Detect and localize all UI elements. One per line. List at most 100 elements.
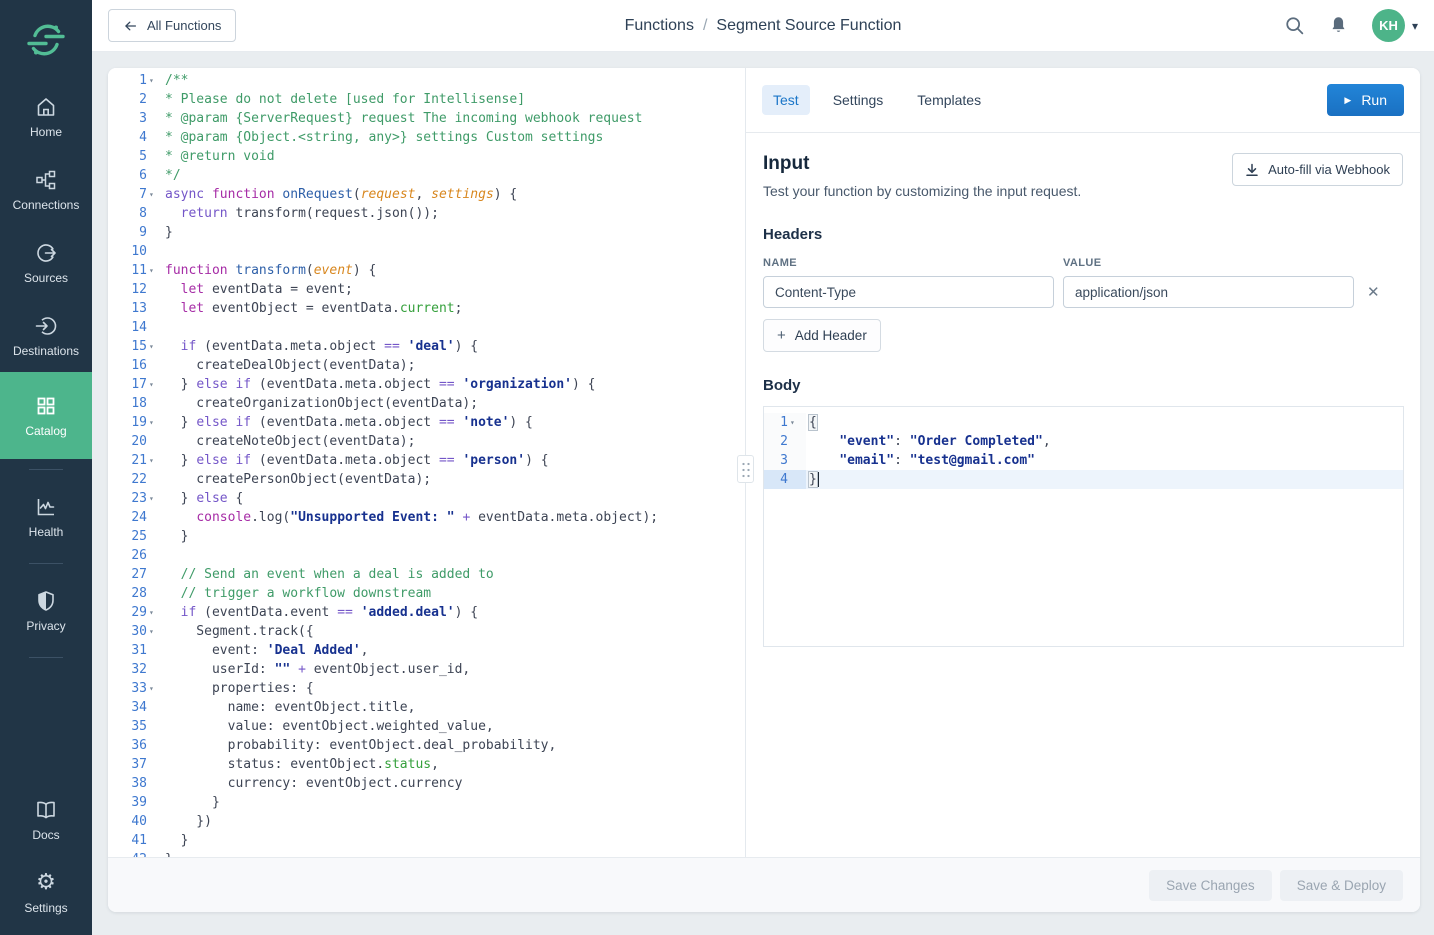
- fold-arrow-icon[interactable]: ▾: [147, 679, 161, 698]
- tab-templates[interactable]: Templates: [906, 85, 992, 115]
- save-and-deploy-button[interactable]: Save & Deploy: [1280, 870, 1403, 901]
- sidebar-item-privacy[interactable]: Privacy: [0, 574, 92, 647]
- code-line-text[interactable]: let eventData = event;: [163, 280, 353, 299]
- code-line[interactable]: 15▾ if (eventData.meta.object == 'deal')…: [108, 337, 745, 356]
- code-line[interactable]: 32 userId: "" + eventObject.user_id,: [108, 660, 745, 679]
- code-line-text[interactable]: probability: eventObject.deal_probabilit…: [163, 736, 556, 755]
- code-line[interactable]: 12 let eventData = event;: [108, 280, 745, 299]
- code-line[interactable]: 4* @param {Object.<string, any>} setting…: [108, 128, 745, 147]
- code-line-text[interactable]: status: eventObject.status,: [163, 755, 439, 774]
- code-line-text[interactable]: // Send an event when a deal is added to: [163, 565, 494, 584]
- code-line[interactable]: 40 }): [108, 812, 745, 831]
- code-line-text[interactable]: value: eventObject.weighted_value,: [163, 717, 494, 736]
- fold-arrow-icon[interactable]: ▾: [147, 451, 161, 470]
- code-line[interactable]: 7▾async function onRequest(request, sett…: [108, 185, 745, 204]
- function-code-editor[interactable]: 1▾/**2* Please do not delete [used for I…: [108, 68, 745, 857]
- code-line-text[interactable]: if (eventData.meta.object == 'deal') {: [163, 337, 478, 356]
- sidebar-item-settings[interactable]: ⚙ Settings: [0, 856, 92, 929]
- code-line-text[interactable]: }): [163, 812, 212, 831]
- code-line[interactable]: 27 // Send an event when a deal is added…: [108, 565, 745, 584]
- all-functions-back-button[interactable]: All Functions: [108, 9, 236, 42]
- code-line[interactable]: 26: [108, 546, 745, 565]
- code-line[interactable]: 38 currency: eventObject.currency: [108, 774, 745, 793]
- code-line[interactable]: 33▾ properties: {: [108, 679, 745, 698]
- code-line[interactable]: 2 "event": "Order Completed",: [764, 432, 1403, 451]
- remove-header-button[interactable]: ✕: [1367, 283, 1380, 301]
- code-line[interactable]: 37 status: eventObject.status,: [108, 755, 745, 774]
- code-line-text[interactable]: currency: eventObject.currency: [163, 774, 462, 793]
- code-line-text[interactable]: properties: {: [163, 679, 314, 698]
- code-line-text[interactable]: createNoteObject(eventData);: [163, 432, 415, 451]
- code-line[interactable]: 9}: [108, 223, 745, 242]
- sidebar-item-docs[interactable]: Docs: [0, 783, 92, 856]
- code-line[interactable]: 3 "email": "test@gmail.com": [764, 451, 1403, 470]
- code-line-text[interactable]: {: [806, 413, 818, 432]
- code-line-text[interactable]: function transform(event) {: [163, 261, 376, 280]
- fold-arrow-icon[interactable]: ▾: [147, 413, 161, 432]
- code-line-text[interactable]: } else if (eventData.meta.object == 'org…: [163, 375, 596, 394]
- code-line-text[interactable]: } else if (eventData.meta.object == 'not…: [163, 413, 533, 432]
- code-line-text[interactable]: "event": "Order Completed",: [806, 432, 1051, 451]
- fold-arrow-icon[interactable]: ▾: [147, 185, 161, 204]
- notifications-button[interactable]: [1329, 15, 1348, 36]
- code-line[interactable]: 2* Please do not delete [used for Intell…: [108, 90, 745, 109]
- segment-logo[interactable]: [0, 0, 92, 80]
- fold-arrow-icon[interactable]: ▾: [788, 413, 802, 432]
- code-line[interactable]: 28 // trigger a workflow downstream: [108, 584, 745, 603]
- avatar[interactable]: KH: [1372, 9, 1405, 42]
- code-line[interactable]: 5* @return void: [108, 147, 745, 166]
- code-line-text[interactable]: */: [163, 166, 181, 185]
- sidebar-item-home[interactable]: Home: [0, 80, 92, 153]
- code-line-text[interactable]: }: [163, 527, 188, 546]
- code-line-text[interactable]: }: [163, 850, 173, 857]
- code-line-text[interactable]: let eventObject = eventData.current;: [163, 299, 462, 318]
- code-line-text[interactable]: * @return void: [163, 147, 275, 166]
- sidebar-item-health[interactable]: Health: [0, 480, 92, 553]
- code-line[interactable]: 1▾{: [764, 413, 1403, 432]
- code-line-text[interactable]: async function onRequest(request, settin…: [163, 185, 517, 204]
- code-line-text[interactable]: }: [163, 223, 173, 242]
- code-line-text[interactable]: createDealObject(eventData);: [163, 356, 415, 375]
- sidebar-item-sources[interactable]: Sources: [0, 226, 92, 299]
- code-line-text[interactable]: }: [163, 831, 188, 850]
- code-line[interactable]: 16 createDealObject(eventData);: [108, 356, 745, 375]
- header-value-input[interactable]: [1063, 276, 1354, 308]
- tab-settings[interactable]: Settings: [822, 85, 895, 115]
- code-line[interactable]: 31 event: 'Deal Added',: [108, 641, 745, 660]
- code-line[interactable]: 35 value: eventObject.weighted_value,: [108, 717, 745, 736]
- code-line-text[interactable]: /**: [163, 71, 188, 90]
- code-line[interactable]: 10: [108, 242, 745, 261]
- pane-resize-handle[interactable]: [737, 455, 754, 483]
- code-line[interactable]: 24 console.log("Unsupported Event: " + e…: [108, 508, 745, 527]
- sidebar-item-destinations[interactable]: Destinations: [0, 299, 92, 372]
- code-line[interactable]: 4}: [764, 470, 1403, 489]
- breadcrumb-functions-link[interactable]: Functions: [625, 17, 694, 34]
- body-json-editor[interactable]: 1▾{2 "event": "Order Completed",3 "email…: [763, 406, 1404, 647]
- code-line[interactable]: 20 createNoteObject(eventData);: [108, 432, 745, 451]
- fold-arrow-icon[interactable]: ▾: [147, 337, 161, 356]
- code-line[interactable]: 25 }: [108, 527, 745, 546]
- code-line-text[interactable]: event: 'Deal Added',: [163, 641, 369, 660]
- fold-arrow-icon[interactable]: ▾: [147, 489, 161, 508]
- code-line-text[interactable]: [163, 242, 165, 261]
- code-line-text[interactable]: }: [163, 793, 220, 812]
- code-line[interactable]: 11▾function transform(event) {: [108, 261, 745, 280]
- code-line[interactable]: 39 }: [108, 793, 745, 812]
- code-line-text[interactable]: } else {: [163, 489, 243, 508]
- code-line[interactable]: 34 name: eventObject.title,: [108, 698, 745, 717]
- code-line[interactable]: 1▾/**: [108, 71, 745, 90]
- code-line-text[interactable]: name: eventObject.title,: [163, 698, 415, 717]
- code-line-text[interactable]: * Please do not delete [used for Intelli…: [163, 90, 525, 109]
- code-line[interactable]: 29▾ if (eventData.event == 'added.deal')…: [108, 603, 745, 622]
- tab-test[interactable]: Test: [762, 85, 810, 115]
- fold-arrow-icon[interactable]: ▾: [147, 622, 161, 641]
- code-line-text[interactable]: createPersonObject(eventData);: [163, 470, 431, 489]
- code-line-text[interactable]: [163, 318, 165, 337]
- code-line[interactable]: 41 }: [108, 831, 745, 850]
- code-line-text[interactable]: userId: "" + eventObject.user_id,: [163, 660, 470, 679]
- sidebar-item-catalog[interactable]: Catalog: [0, 372, 92, 459]
- sidebar-item-connections[interactable]: Connections: [0, 153, 92, 226]
- search-button[interactable]: [1284, 15, 1305, 36]
- fold-arrow-icon[interactable]: ▾: [147, 71, 161, 90]
- code-line[interactable]: 6*/: [108, 166, 745, 185]
